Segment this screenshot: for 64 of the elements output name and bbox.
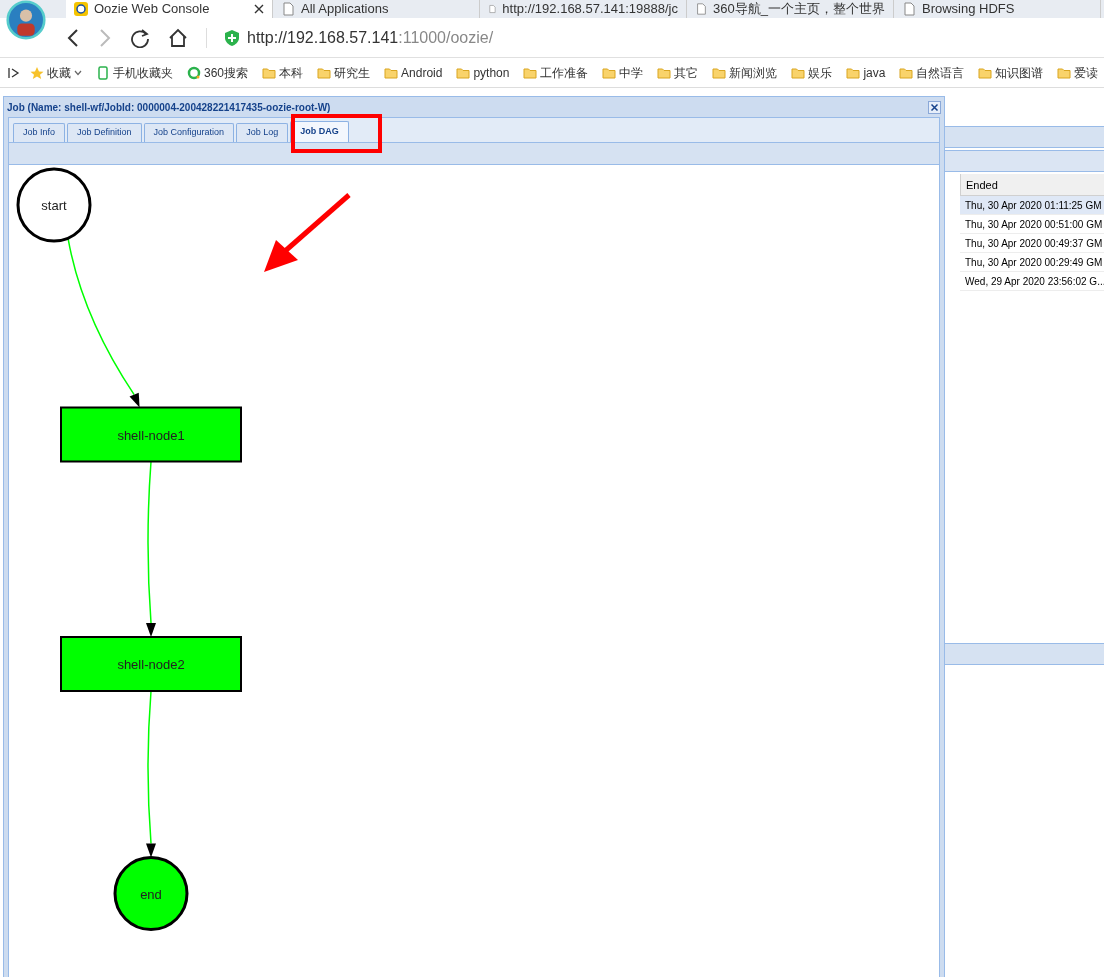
tab[interactable]: Job Configuration — [143, 123, 235, 142]
tab[interactable]: Job Info — [13, 123, 66, 142]
bookmark[interactable]: 研究生 — [317, 63, 371, 82]
address-field[interactable]: http://192.168.57.141:11000/oozie/ — [247, 25, 494, 50]
search-icon — [187, 65, 201, 80]
close-icon[interactable] — [254, 4, 264, 14]
folder-icon — [978, 65, 993, 80]
bookmark[interactable]: 工作准备 — [523, 63, 589, 82]
table-cell: Thu, 30 Apr 2020 00:29:49 GM — [960, 253, 1104, 272]
reload-icon[interactable] — [130, 27, 150, 48]
avatar-icon[interactable] — [6, 0, 46, 40]
folder-icon — [602, 65, 617, 80]
bookmark[interactable]: 自然语言 — [899, 63, 965, 82]
node-label: shell-node2 — [117, 657, 185, 672]
bookmark[interactable]: 本科 — [262, 63, 304, 82]
bookmark[interactable]: 新闻浏览 — [712, 63, 778, 82]
dialog-title: Job (Name: shell-wf/JobId: 0000004-200428221417435-oozie-root-W) — [7, 100, 331, 115]
folder-icon — [899, 65, 914, 80]
folder-icon — [384, 65, 399, 80]
bookmark[interactable]: 手机收藏夹 — [96, 63, 173, 82]
browser-tab[interactable]: Oozie Web Console — [66, 0, 273, 18]
table-cell: Thu, 30 Apr 2020 00:51:00 GM — [960, 215, 1104, 234]
bookmark[interactable]: 其它 — [657, 63, 699, 82]
folder-icon — [317, 65, 332, 80]
phone-icon — [96, 65, 110, 80]
star-icon — [30, 65, 44, 80]
column-header: Ended — [960, 174, 1104, 196]
shield-icon — [225, 29, 239, 46]
folder-icon — [1057, 65, 1072, 80]
page-icon — [488, 2, 497, 16]
app-icon — [74, 2, 88, 16]
folder-icon — [523, 65, 538, 80]
page-icon — [281, 2, 295, 16]
bookmark[interactable]: 爱读 — [1057, 63, 1099, 82]
node-label: shell-node1 — [117, 427, 185, 443]
folder-icon — [262, 65, 277, 80]
folder-icon — [846, 65, 861, 80]
bookmark[interactable]: python — [456, 63, 510, 82]
node-label: end — [140, 886, 162, 902]
folder-icon — [657, 65, 672, 80]
bookmark[interactable]: 知识图谱 — [978, 63, 1044, 82]
sidebar-toggle-icon[interactable] — [8, 66, 20, 79]
node-label: start — [41, 198, 67, 213]
page-icon — [902, 2, 916, 16]
tab[interactable]: Job Definition — [67, 123, 142, 142]
folder-icon — [712, 65, 727, 80]
bookmark[interactable]: java — [846, 63, 886, 82]
table-cell: Thu, 30 Apr 2020 00:49:37 GM — [960, 234, 1104, 253]
table-cell: Wed, 29 Apr 2020 23:56:02 G... — [960, 272, 1104, 291]
bookmark[interactable]: 中学 — [602, 63, 644, 82]
folder-icon — [791, 65, 806, 80]
close-icon[interactable] — [928, 100, 941, 114]
tab[interactable]: Job Log — [236, 123, 289, 142]
bookmark[interactable]: 360搜索 — [187, 63, 249, 82]
table-cell: Thu, 30 Apr 2020 01:11:25 GM — [960, 196, 1104, 215]
bookmark[interactable]: Android — [384, 63, 443, 82]
caret-icon[interactable] — [74, 69, 82, 76]
tab[interactable]: Job DAG — [290, 121, 349, 142]
page-icon — [695, 2, 708, 16]
bookmark[interactable]: 收藏 — [30, 63, 82, 82]
home-icon[interactable] — [168, 27, 188, 48]
folder-icon — [456, 65, 471, 80]
bookmark[interactable]: 娱乐 — [791, 63, 833, 82]
back-icon[interactable] — [66, 27, 80, 48]
